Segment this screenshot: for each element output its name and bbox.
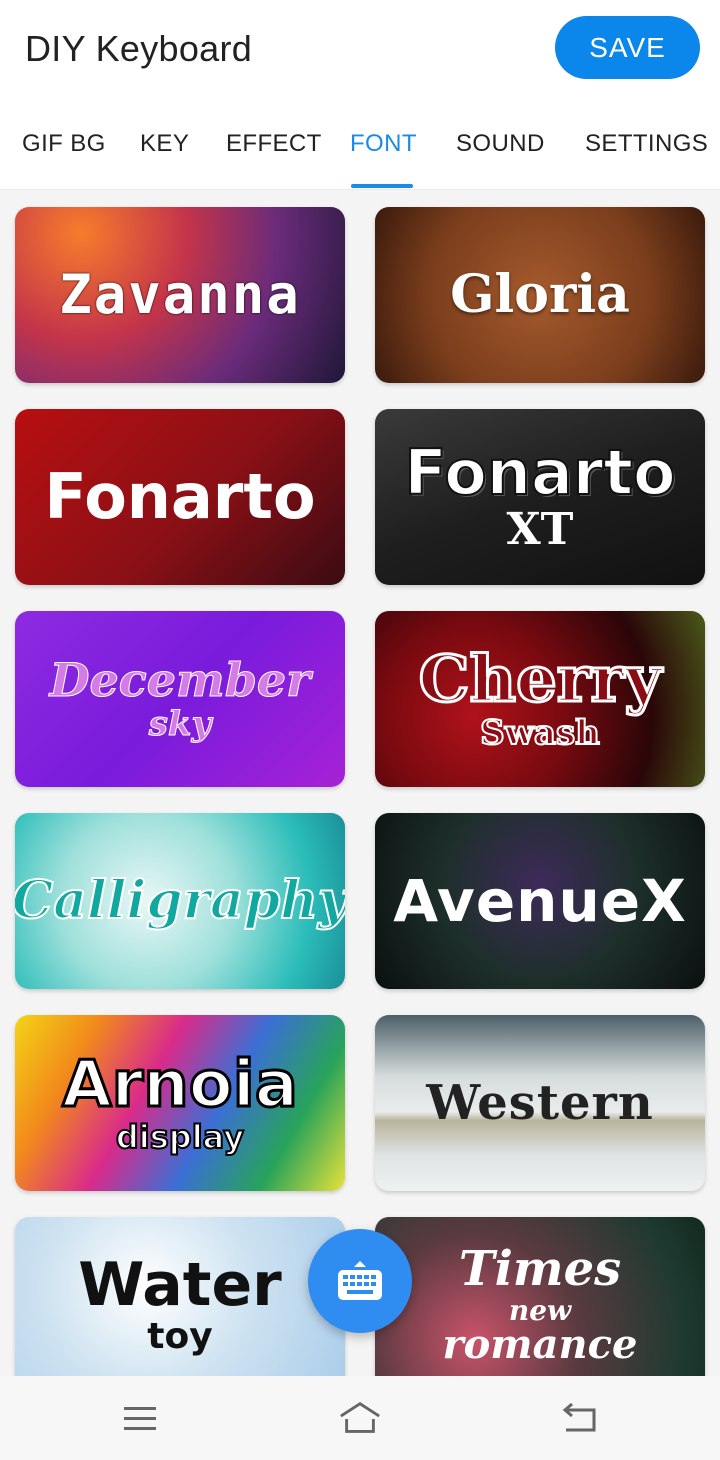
font-name: December — [49, 653, 311, 707]
font-name: Fonarto — [44, 460, 316, 533]
home-icon — [340, 1401, 380, 1433]
nav-back-button[interactable] — [558, 1400, 602, 1436]
font-name: Fonarto — [403, 436, 676, 509]
font-name: Western — [426, 1075, 654, 1131]
back-icon — [562, 1402, 596, 1432]
tab-gif-bg[interactable]: GIF BG — [22, 130, 106, 158]
font-card-december-sky[interactable]: December sky — [15, 611, 345, 787]
font-name-subtitle: Swash — [479, 713, 601, 753]
font-card-gloria[interactable]: Gloria — [375, 207, 705, 383]
font-card-fonarto[interactable]: Fonarto — [15, 409, 345, 585]
save-button[interactable]: SAVE — [555, 16, 700, 79]
tab-key[interactable]: KEY — [140, 130, 189, 158]
font-name-subtitle: toy — [147, 1316, 213, 1357]
tab-sound[interactable]: SOUND — [456, 130, 545, 158]
tab-effect[interactable]: EFFECT — [226, 130, 322, 158]
font-name-subtitle: XT — [506, 504, 574, 555]
system-nav-bar — [0, 1376, 720, 1460]
menu-icon — [124, 1407, 156, 1430]
keyboard-preview-button[interactable] — [308, 1229, 412, 1333]
tab-bar: GIF BG KEY EFFECT FONT SOUND SETTINGS — [0, 100, 720, 190]
tab-font[interactable]: FONT — [350, 130, 417, 158]
font-name: Zavanna — [59, 263, 301, 326]
app-bar: DIY Keyboard SAVE — [0, 0, 720, 100]
font-name-subtitle: sky — [148, 704, 212, 744]
font-card-times-new-romance[interactable]: Times new romance — [375, 1217, 705, 1376]
active-tab-indicator — [351, 184, 413, 188]
app-title: DIY Keyboard — [25, 28, 253, 69]
tab-settings[interactable]: SETTINGS — [585, 130, 708, 158]
font-name: Times — [458, 1241, 622, 1297]
font-name: AvenueX — [393, 867, 687, 935]
font-name-subtitle: display — [115, 1118, 245, 1156]
font-card-calligraphy[interactable]: Calligraphy — [15, 813, 345, 989]
font-name-subtitle-2: romance — [442, 1321, 638, 1368]
font-name: Gloria — [450, 264, 630, 325]
font-card-western[interactable]: Western — [375, 1015, 705, 1191]
font-card-arnoia-display[interactable]: Arnoia display — [15, 1015, 345, 1191]
font-name: Cherry — [417, 642, 663, 717]
font-card-fonarto-xt[interactable]: Fonarto XT — [375, 409, 705, 585]
font-card-zavanna[interactable]: Zavanna — [15, 207, 345, 383]
font-grid: Zavanna Gloria Fonarto Fonarto XT Decemb… — [0, 190, 720, 1376]
font-name: Water — [78, 1250, 282, 1320]
font-name: Calligraphy — [15, 870, 345, 931]
nav-menu-button[interactable] — [118, 1400, 162, 1436]
keyboard-icon — [338, 1261, 382, 1300]
nav-home-button[interactable] — [338, 1400, 382, 1436]
font-card-water-toy[interactable]: Water toy — [15, 1217, 345, 1376]
font-name: Arnoia — [61, 1048, 300, 1122]
font-card-cherry-swash[interactable]: Cherry Swash — [375, 611, 705, 787]
font-card-avenuex[interactable]: AvenueX — [375, 813, 705, 989]
